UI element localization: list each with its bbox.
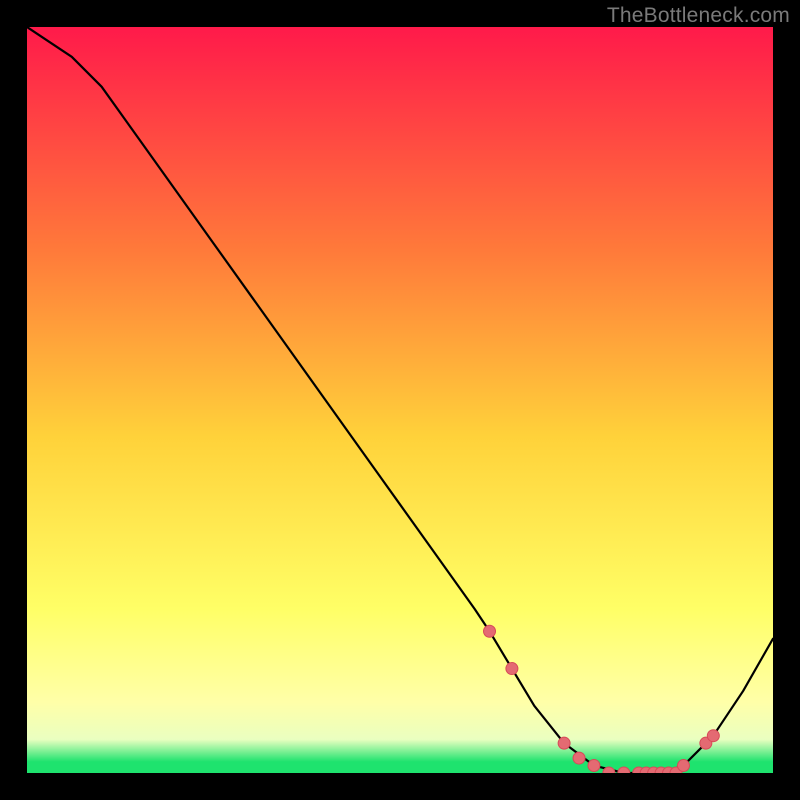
watermark-text: TheBottleneck.com <box>607 4 790 28</box>
chart-frame: TheBottleneck.com <box>0 0 800 800</box>
highlight-marker <box>573 752 585 764</box>
plot-area <box>27 27 773 773</box>
chart-svg <box>27 27 773 773</box>
highlight-marker <box>506 663 518 675</box>
highlight-marker <box>677 760 689 772</box>
highlight-marker <box>558 737 570 749</box>
highlight-marker <box>484 625 496 637</box>
highlight-marker <box>707 730 719 742</box>
highlight-marker <box>588 760 600 772</box>
